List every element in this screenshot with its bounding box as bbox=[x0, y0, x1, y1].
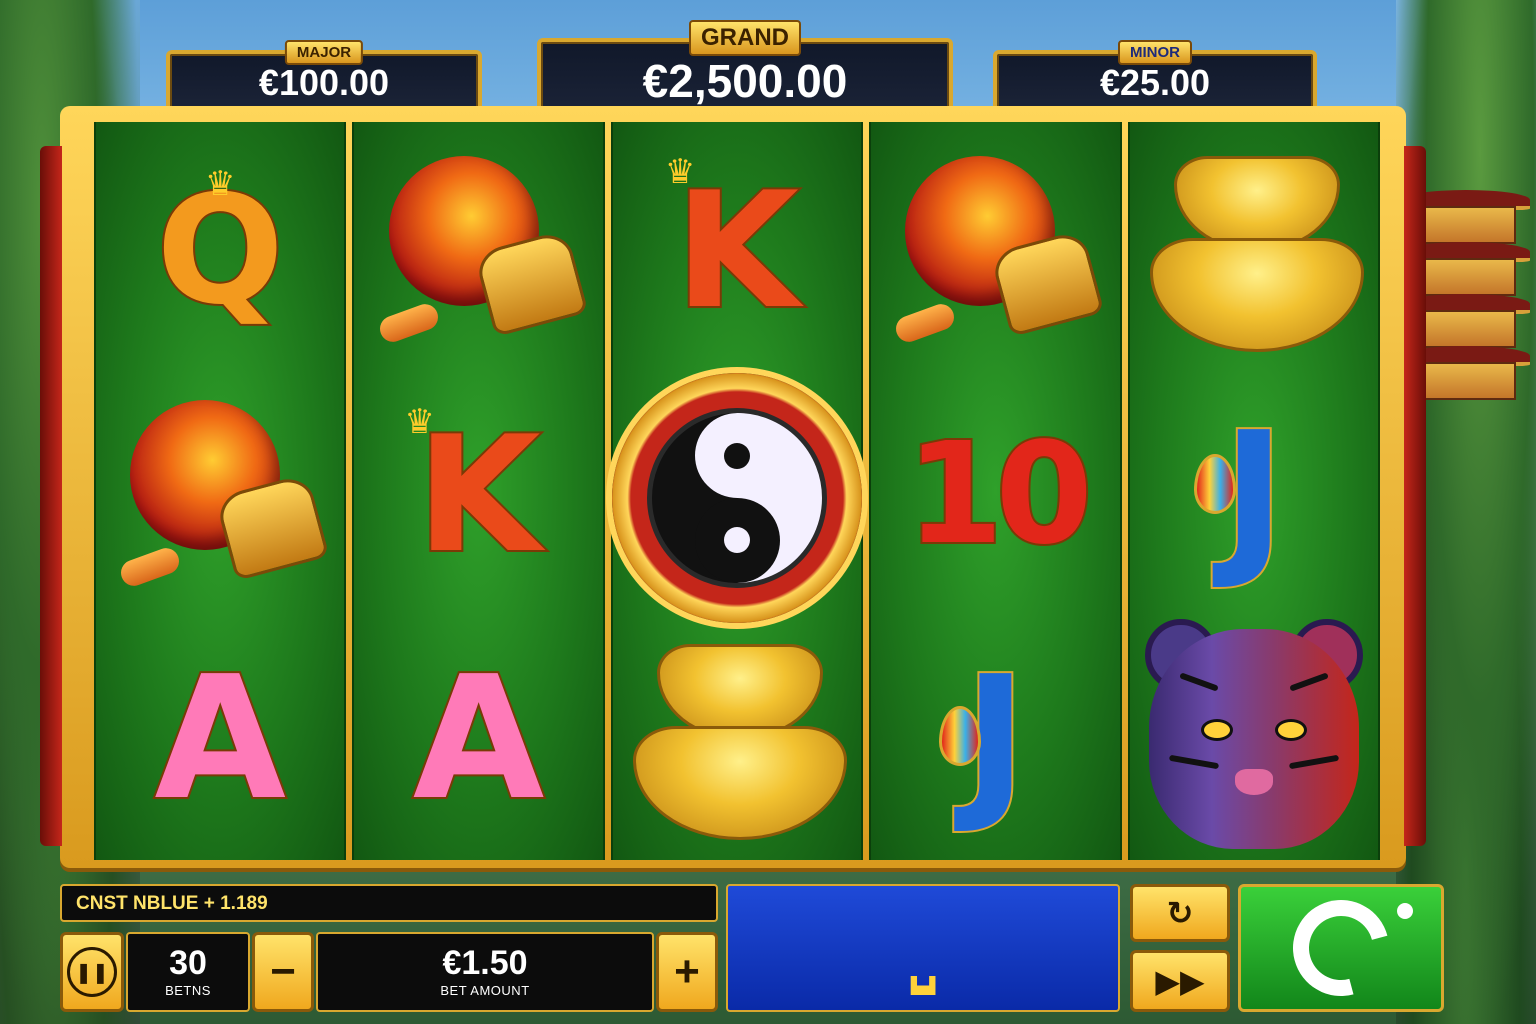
symbol-a-letter: A bbox=[411, 640, 547, 838]
pause-icon: ❚❚ bbox=[67, 947, 117, 997]
reel-5: J bbox=[1127, 122, 1381, 862]
crown-icon: ♛ bbox=[204, 165, 236, 203]
symbol-k-letter: K bbox=[415, 401, 543, 588]
bet-lines-display: 30 BETNS bbox=[126, 932, 250, 1012]
symbol-j: J bbox=[871, 616, 1119, 862]
reel-grid: ♛ Q A ♛ K A ♛ K 10 J J bbox=[94, 122, 1381, 862]
reel-1: ♛ Q A bbox=[94, 122, 347, 862]
symbol-k: ♛ K bbox=[354, 372, 602, 618]
bet-amount-label: BET AMOUNT bbox=[440, 983, 530, 998]
spin-button[interactable] bbox=[1238, 882, 1444, 1014]
gold-ingot-icon bbox=[1144, 146, 1364, 356]
crown-icon: ♛ bbox=[404, 403, 435, 441]
symbol-lantern bbox=[354, 128, 602, 374]
reel-frame: ♛ Q A ♛ K A ♛ K 10 J J bbox=[40, 106, 1426, 868]
symbol-j: J bbox=[1130, 372, 1378, 618]
tiger-icon bbox=[1139, 619, 1369, 859]
flame-icon bbox=[1193, 454, 1236, 514]
jackpot-minor-value: €25.00 bbox=[1099, 62, 1211, 103]
status-message: CNST NBLUE + 1.189 bbox=[60, 884, 718, 922]
symbol-k-letter: K bbox=[673, 157, 801, 344]
autoplay-icon: ↻ bbox=[1166, 895, 1194, 931]
spin-dot-icon bbox=[1397, 903, 1413, 919]
decrease-bet-button[interactable]: − bbox=[252, 932, 314, 1012]
reel-2: ♛ K A bbox=[352, 122, 605, 862]
symbol-lantern bbox=[96, 372, 344, 618]
jackpot-grand-value: €2,500.00 bbox=[642, 55, 848, 107]
bet-lines-label: BETNS bbox=[165, 983, 211, 998]
jackpot-major-value: €100.00 bbox=[258, 62, 390, 103]
symbol-ten-letter: 10 bbox=[904, 413, 1095, 576]
autoplay-button[interactable]: ↻ bbox=[1130, 884, 1230, 942]
symbol-yin-yang-wild bbox=[607, 328, 867, 668]
symbol-q: ♛ Q bbox=[96, 128, 344, 374]
symbol-tiger bbox=[1130, 616, 1378, 862]
symbol-gold-ingot bbox=[1130, 128, 1378, 374]
wild-ring bbox=[612, 373, 863, 623]
symbol-a: A bbox=[96, 616, 344, 862]
yin-yang-icon bbox=[647, 408, 828, 588]
win-panel: ▙▟ bbox=[726, 884, 1120, 1012]
lantern-pouch-icon bbox=[892, 146, 1105, 356]
lantern-pouch-icon bbox=[375, 146, 589, 356]
increase-bet-button[interactable]: + bbox=[656, 932, 718, 1012]
symbol-a: A bbox=[354, 616, 602, 862]
spin-icon bbox=[1275, 882, 1407, 1014]
symbol-lantern bbox=[871, 128, 1119, 374]
crown-icon: ♛ bbox=[664, 153, 696, 191]
menu-button[interactable]: ❚❚ bbox=[60, 932, 124, 1012]
fast-forward-button[interactable]: ▶▶ bbox=[1130, 950, 1230, 1012]
bet-amount-value: €1.50 bbox=[442, 944, 528, 982]
bet-amount-display: €1.50 BET AMOUNT bbox=[316, 932, 654, 1012]
symbol-a-letter: A bbox=[152, 640, 288, 838]
lantern-pouch-icon bbox=[117, 390, 330, 600]
symbol-ten: 10 bbox=[871, 372, 1119, 618]
reel-3: ♛ K bbox=[610, 122, 864, 860]
fast-forward-icon: ▶▶ bbox=[1155, 963, 1205, 999]
reel-4: 10 J bbox=[869, 122, 1122, 862]
jackpot-grand-label: GRAND bbox=[689, 20, 801, 56]
bet-lines-value: 30 bbox=[169, 944, 207, 982]
info-icon: ▙▟ bbox=[910, 978, 936, 995]
